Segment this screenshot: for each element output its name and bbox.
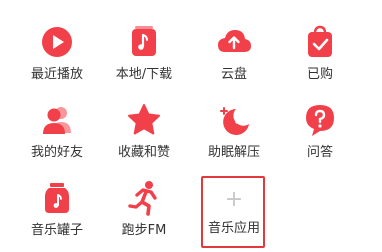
plus-icon: + [224,187,244,212]
running-icon [128,181,157,216]
item-sleep-relax[interactable]: 助眠解压 [194,100,274,170]
item-music-jar[interactable]: 音乐罐子 [17,178,97,248]
item-purchased[interactable]: 已购 [280,22,360,92]
shopping-bag-check-icon [308,25,332,57]
moon-icon [220,107,249,135]
item-label: 音乐应用 [207,221,260,236]
item-my-friends[interactable]: 我的好友 [17,100,97,170]
item-favorites-likes[interactable]: 收藏和赞 [104,100,184,170]
music-note-icon [132,26,156,56]
star-icon [128,104,160,135]
item-label: 助眠解压 [207,145,260,160]
question-bubble-icon [306,105,334,136]
play-circle-icon [42,27,72,57]
item-label: 云盘 [220,67,247,82]
item-label: 本地/下载 [115,67,173,82]
item-label: 最近播放 [30,67,83,82]
friends-icon [43,107,71,134]
item-local-download[interactable]: 本地/下载 [104,22,184,92]
item-music-apps[interactable]: + 音乐应用 [194,178,274,248]
item-label: 收藏和赞 [117,145,170,160]
item-label: 已购 [306,67,333,82]
cloud-upload-icon [218,30,251,52]
item-label: 问答 [306,145,333,160]
item-cloud-disk[interactable]: 云盘 [194,22,274,92]
item-qa[interactable]: 问答 [280,100,360,170]
item-label: 音乐罐子 [30,223,83,238]
item-recent-play[interactable]: 最近播放 [17,22,97,92]
music-jar-icon [45,183,69,213]
item-label: 跑步FM [121,223,167,238]
item-label: 我的好友 [30,145,83,160]
item-running-fm[interactable]: 跑步FM [104,178,184,248]
quick-access-grid: 最近播放 本地/下载 云盘 已购 我的好友 收藏和赞 助眠解压 问答 音乐罐子 … [0,0,382,252]
